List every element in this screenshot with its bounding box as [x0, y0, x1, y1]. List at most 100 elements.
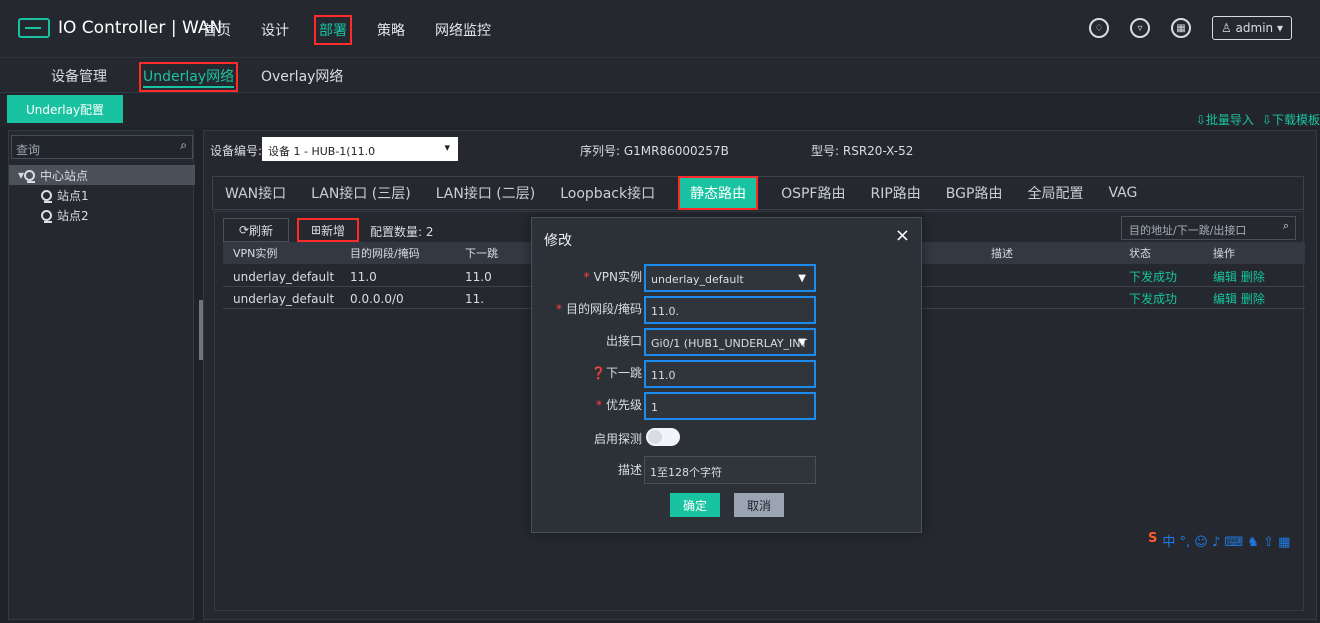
vpn-instance-cell: underlay_default: [233, 269, 335, 284]
device-select[interactable]: 设备 1 - HUB-1(11.0: [262, 137, 458, 161]
help-icon: ❓: [591, 366, 606, 380]
add-icon: ⊞: [310, 223, 322, 237]
subnav-device-management[interactable]: 设备管理: [51, 66, 107, 86]
priority-input[interactable]: 1: [644, 392, 816, 420]
batch-import-link[interactable]: ⇩批量导入: [1196, 111, 1254, 128]
location-icon: [24, 169, 36, 183]
refresh-button[interactable]: ⟳ 刷新: [223, 218, 289, 242]
tree-site-1[interactable]: 站点1: [9, 185, 195, 205]
nav-home[interactable]: 首页: [203, 20, 231, 40]
destination-cell: 0.0.0.0/0: [350, 291, 404, 306]
description-label: 描述: [617, 463, 642, 477]
chevron-down-icon[interactable]: ▼: [798, 273, 806, 284]
nav-network-monitor[interactable]: 网络监控: [435, 20, 491, 40]
tab-vag[interactable]: VAG: [1108, 185, 1137, 201]
search-icon[interactable]: ⌕: [180, 138, 187, 153]
toolbar: Underlay配置 ⇩批量导入 ⇩下载模板: [0, 93, 1320, 127]
ime-toolbar-text: 中 °, ☺ ♪ ⌨ ♞ ⇧ ▦: [1162, 535, 1291, 550]
action-column-header: 操作: [1213, 247, 1235, 260]
next-hop-input[interactable]: 11.0: [644, 360, 816, 388]
shirt-icon[interactable]: ▿: [1129, 18, 1150, 38]
vpn-instance-label-text: VPN实例: [593, 270, 642, 284]
close-icon[interactable]: ×: [895, 225, 910, 246]
site-search-input[interactable]: 查询 ⌕: [11, 135, 193, 159]
vpn-column-header[interactable]: VPN实例: [233, 245, 277, 261]
route-tabs: WAN接口 LAN接口 (三层) LAN接口 (二层) Loopback接口 静…: [212, 176, 1304, 210]
tab-loopback-interface[interactable]: Loopback接口: [560, 183, 655, 203]
model-info: 型号: RSR20-X-52: [811, 142, 913, 159]
tab-lan-interface-layer2[interactable]: LAN接口 (二层): [436, 183, 536, 203]
user-menu[interactable]: ♙ admin ▾: [1211, 16, 1292, 40]
nav-deploy[interactable]: 部署: [314, 15, 352, 45]
config-count: 配置数量: 2: [370, 225, 434, 239]
status-column-header: 状态: [1129, 247, 1151, 260]
controller-icon: [18, 18, 50, 38]
nav-design[interactable]: 设计: [261, 20, 289, 40]
tree-site-1-label: 站点1: [57, 188, 89, 203]
modal-title: 修改: [544, 233, 572, 249]
grid-icon[interactable]: ▦: [1170, 18, 1191, 38]
next-hop-cell: 11.0: [465, 269, 492, 284]
status-cell: 下发成功: [1129, 292, 1178, 306]
out-interface-value: Gi0/1 (HUB1_UNDERLAY_INT: [651, 337, 808, 350]
tab-rip-route[interactable]: RIP路由: [870, 183, 920, 203]
download-template-label: 下载模板: [1271, 113, 1320, 127]
serial-info: 序列号: G1MR86000257B: [580, 142, 729, 159]
vpn-instance-cell: underlay_default: [233, 291, 335, 306]
tab-wan-interface[interactable]: WAN接口: [225, 183, 286, 203]
user-name: admin: [1235, 21, 1274, 35]
new-route-button[interactable]: ⊞ 新增: [297, 218, 359, 242]
row-actions[interactable]: 编辑 删除: [1213, 290, 1265, 307]
tab-static-route[interactable]: 静态路由: [678, 176, 759, 210]
batch-import-label: 批量导入: [1205, 113, 1254, 127]
brand-title: IO Controller | WAN: [58, 18, 223, 38]
tab-global-config[interactable]: 全局配置: [1027, 183, 1083, 203]
vpn-instance-select[interactable]: underlay_default ▼: [644, 264, 816, 292]
probe-toggle[interactable]: [646, 428, 680, 446]
tree-center-site-label: 中心站点: [40, 168, 89, 183]
model-value: RSR20-X-52: [842, 144, 914, 158]
description-input[interactable]: 1至128个字符: [644, 456, 816, 484]
sogou-icon: S: [1148, 531, 1158, 546]
site-tree-panel: 查询 ⌕ ▾ 中心站点 站点1 站点2: [8, 130, 195, 620]
chevron-down-icon[interactable]: ▼: [798, 337, 806, 348]
destination-column-header[interactable]: 目的网段/掩码: [350, 245, 420, 261]
search-icon[interactable]: ⌕: [1283, 219, 1289, 233]
nav-policy[interactable]: 策略: [377, 20, 405, 40]
download-template-link[interactable]: ⇩下载模板: [1262, 111, 1320, 128]
status-cell: 下发成功: [1129, 270, 1178, 284]
tab-lan-interface-layer3[interactable]: LAN接口 (三层): [311, 183, 411, 203]
bell-icon[interactable]: ♢: [1088, 18, 1109, 38]
refresh-icon: ⟳: [238, 223, 250, 237]
route-filter-input[interactable]: 目的地址/下一跳/出接口 ⌕: [1121, 216, 1296, 240]
cancel-button[interactable]: 取消: [734, 493, 784, 517]
input-method-toolbar[interactable]: S 中 °, ☺ ♪ ⌨ ♞ ⇧ ▦: [1148, 531, 1290, 550]
tree-center-site[interactable]: ▾ 中心站点: [9, 165, 195, 185]
device-label: 设备编号:: [210, 144, 263, 158]
subnav-underlay-network[interactable]: Underlay网络: [138, 62, 239, 92]
model-label: 型号:: [811, 144, 840, 158]
tab-ospf-route[interactable]: OSPF路由: [781, 183, 845, 203]
user-icon: ♙: [1220, 21, 1236, 35]
destination-label-text: 目的网段/掩码: [565, 302, 642, 316]
serial-value: G1MR86000257B: [623, 144, 729, 158]
destination-label: * 目的网段/掩码: [555, 302, 642, 316]
row-actions[interactable]: 编辑 删除: [1213, 268, 1265, 285]
site-search-placeholder: 查询: [16, 143, 41, 157]
destination-input[interactable]: 11.0.: [644, 296, 816, 324]
next-hop-column-header[interactable]: 下一跳: [465, 245, 498, 261]
next-hop-label: ❓下一跳: [542, 364, 642, 381]
underlay-config-button[interactable]: Underlay配置: [7, 95, 123, 123]
out-interface-select[interactable]: Gi0/1 (HUB1_UNDERLAY_INT ▼: [644, 328, 816, 356]
next-hop-label-text: 下一跳: [605, 366, 642, 380]
main-navigation: 首页 设计 部署 策略 网络监控: [203, 15, 491, 45]
sub-navigation: 设备管理 Underlay网络 Overlay网络: [0, 58, 1320, 93]
confirm-button[interactable]: 确定: [670, 493, 720, 517]
tree-site-2[interactable]: 站点2: [9, 205, 195, 225]
next-hop-cell: 11.: [465, 291, 485, 306]
tab-bgp-route[interactable]: BGP路由: [946, 183, 1003, 203]
top-bar: IO Controller | WAN 首页 设计 部署 策略 网络监控 ♢ ▿…: [0, 0, 1320, 58]
subnav-overlay-network[interactable]: Overlay网络: [261, 66, 343, 86]
probe-label: 启用探测: [593, 432, 642, 446]
header-actions: ♢ ▿ ▦ ♙ admin ▾: [1088, 16, 1292, 40]
